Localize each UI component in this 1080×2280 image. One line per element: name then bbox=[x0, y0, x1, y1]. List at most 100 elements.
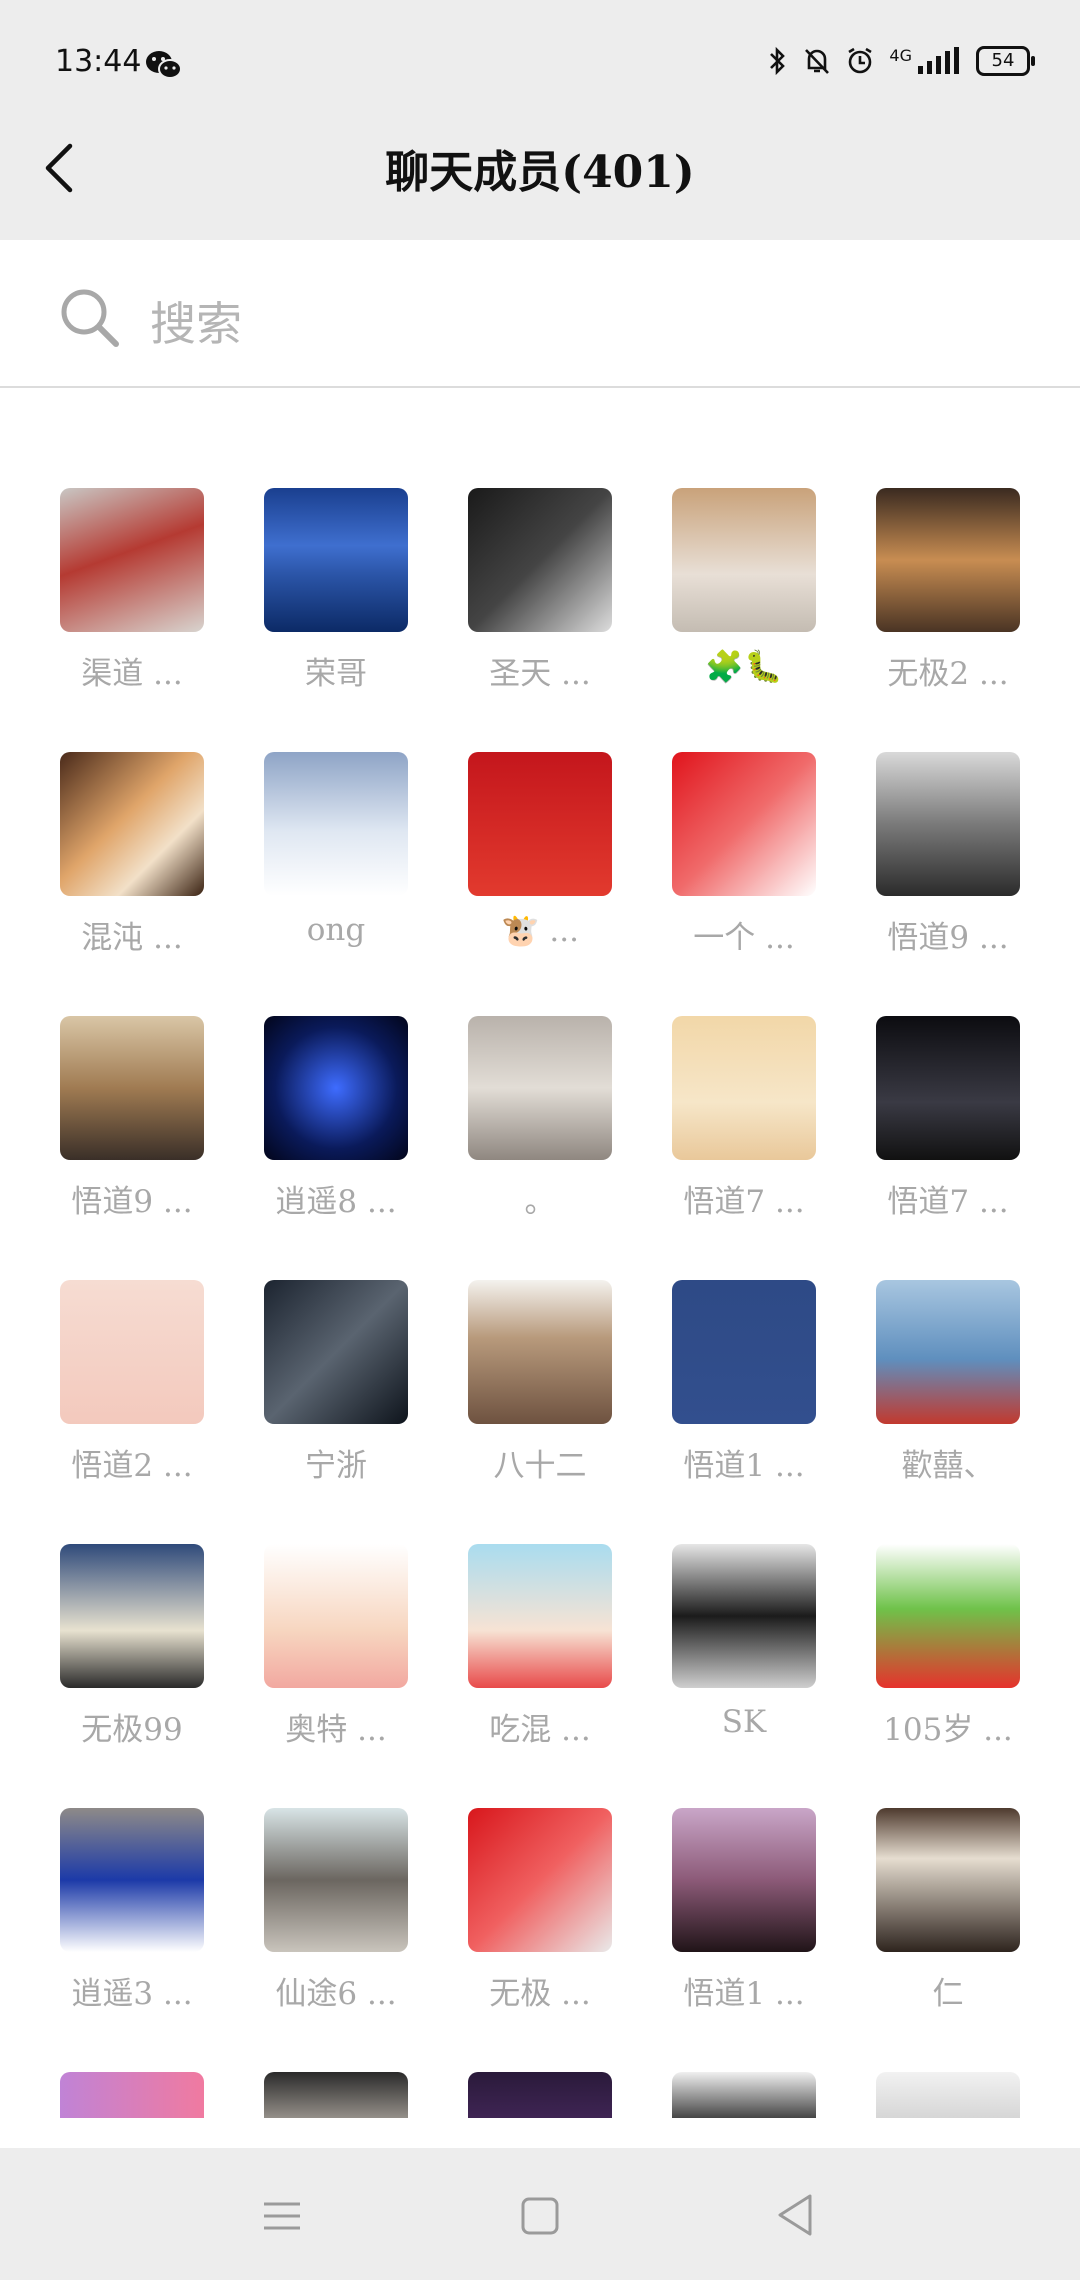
member-name: 🐮 ... bbox=[500, 913, 579, 949]
member-item[interactable]: 悟道9 ... bbox=[846, 752, 1050, 992]
crayon-shin-avatar bbox=[672, 1016, 816, 1160]
member-name: 悟道7 ... bbox=[887, 1184, 1009, 1220]
gradient-avatar bbox=[60, 2072, 204, 2118]
member-item[interactable]: 歡囍、 bbox=[846, 1280, 1050, 1520]
flower-back-avatar bbox=[60, 1544, 204, 1688]
member-item[interactable]: SK bbox=[642, 1544, 846, 1784]
flag-runner-avatar bbox=[468, 1808, 612, 1952]
page-title: 聊天成员(401) bbox=[385, 147, 695, 198]
car-wheel-avatar bbox=[264, 1280, 408, 1424]
member-item[interactable]: 仙途6 ... bbox=[234, 1808, 438, 2048]
corgi-avatar bbox=[672, 488, 816, 632]
member-name: 圣天 ... bbox=[489, 656, 591, 692]
kitten-avatar bbox=[60, 752, 204, 896]
member-item[interactable] bbox=[30, 2072, 234, 2118]
status-icons: 4G 54 bbox=[767, 45, 1035, 76]
member-name: SK bbox=[721, 1704, 767, 1740]
frog-cartoon-avatar bbox=[876, 1544, 1020, 1688]
member-name: 吃混 ... bbox=[489, 1712, 591, 1748]
home-icon[interactable] bbox=[520, 2196, 560, 2240]
signal-icon bbox=[918, 47, 959, 74]
member-item[interactable]: 奥特 ... bbox=[234, 1544, 438, 1784]
member-item[interactable] bbox=[846, 2072, 1050, 2118]
police-car-avatar bbox=[672, 1544, 816, 1688]
back-triangle-icon[interactable] bbox=[776, 2192, 816, 2242]
member-item[interactable]: 悟道1 ... bbox=[642, 1808, 846, 2048]
shiba-avatar bbox=[876, 488, 1020, 632]
member-item[interactable]: 悟道2 ... bbox=[30, 1280, 234, 1520]
member-item[interactable]: 荣哥 bbox=[234, 488, 438, 728]
member-item[interactable]: 逍遥8 ... bbox=[234, 1016, 438, 1256]
member-name: 奥特 ... bbox=[285, 1712, 387, 1748]
member-name: 仙途6 ... bbox=[275, 1976, 397, 2012]
member-item[interactable]: 圣天 ... bbox=[438, 488, 642, 728]
panda-avatar bbox=[672, 2072, 816, 2118]
member-name: ong bbox=[306, 912, 366, 948]
member-item[interactable] bbox=[438, 2072, 642, 2118]
member-item[interactable]: 105岁 ... bbox=[846, 1544, 1050, 1784]
alarm-icon bbox=[848, 47, 873, 74]
moon-lake-avatar bbox=[264, 488, 408, 632]
member-item[interactable]: ong bbox=[234, 752, 438, 992]
couple-beach-avatar bbox=[876, 1280, 1020, 1424]
glasses-girl-avatar bbox=[60, 1280, 204, 1424]
member-item[interactable]: 逍遥3 ... bbox=[30, 1808, 234, 2048]
member-item[interactable]: 悟道9 ... bbox=[30, 1016, 234, 1256]
member-item[interactable]: 吃混 ... bbox=[438, 1544, 642, 1784]
member-name: 渠道 ... bbox=[81, 656, 183, 692]
network-type: 4G bbox=[889, 45, 912, 65]
china-flag-avatar bbox=[672, 752, 816, 896]
member-name: 悟道7 ... bbox=[683, 1184, 805, 1220]
cow-cartoon-avatar bbox=[468, 752, 612, 896]
ultraman-avatar bbox=[60, 488, 204, 632]
member-name: 105岁 ... bbox=[883, 1712, 1013, 1748]
member-name: 仁 bbox=[932, 1976, 964, 2012]
group-photo-avatar bbox=[60, 1016, 204, 1160]
member-name: 悟道1 ... bbox=[683, 1448, 805, 1484]
member-item[interactable]: 无极2 ... bbox=[846, 488, 1050, 728]
mute-bell-icon bbox=[805, 49, 830, 74]
member-name: 荣哥 bbox=[305, 656, 367, 692]
member-item[interactable]: 悟道1 ... bbox=[642, 1280, 846, 1520]
battery-indicator: 54 bbox=[976, 46, 1035, 76]
member-name: 逍遥3 ... bbox=[71, 1976, 193, 2012]
member-item[interactable]: 悟道7 ... bbox=[642, 1016, 846, 1256]
member-name: 歡囍、 bbox=[901, 1448, 995, 1484]
member-item[interactable]: 。 bbox=[438, 1016, 642, 1256]
bluetooth-icon bbox=[770, 46, 786, 76]
dog-white-avatar bbox=[264, 2072, 408, 2118]
member-name: 混沌 ... bbox=[81, 920, 183, 956]
calligraphy-avatar bbox=[876, 1808, 1020, 1952]
member-item[interactable]: 混沌 ... bbox=[30, 752, 234, 992]
status-time: 13:44 bbox=[55, 44, 142, 79]
member-item[interactable]: 无极99 bbox=[30, 1544, 234, 1784]
member-name: 宁浙 bbox=[305, 1448, 367, 1484]
search-icon[interactable] bbox=[58, 286, 120, 352]
member-item[interactable]: 🧩🐛 bbox=[642, 488, 846, 728]
member-item[interactable]: 宁浙 bbox=[234, 1280, 438, 1520]
member-item[interactable]: 无极 ... bbox=[438, 1808, 642, 2048]
member-item[interactable]: 一个 ... bbox=[642, 752, 846, 992]
dark-purple-avatar bbox=[468, 2072, 612, 2118]
member-item[interactable]: 仁 bbox=[846, 1808, 1050, 2048]
snow-cabin-avatar bbox=[264, 752, 408, 896]
member-item[interactable] bbox=[234, 2072, 438, 2118]
menu-icon[interactable] bbox=[262, 2196, 302, 2240]
member-item[interactable]: 悟道7 ... bbox=[846, 1016, 1050, 1256]
member-name: 悟道9 ... bbox=[887, 920, 1009, 956]
member-item[interactable]: 🐮 ... bbox=[438, 752, 642, 992]
anime-boy-avatar bbox=[468, 488, 612, 632]
search-input[interactable]: 搜索 bbox=[150, 288, 242, 354]
member-name: 无极99 bbox=[81, 1712, 183, 1748]
member-item[interactable] bbox=[642, 2072, 846, 2118]
member-name: 悟道1 ... bbox=[683, 1976, 805, 2012]
sketch-avatar bbox=[876, 2072, 1020, 2118]
member-item[interactable]: 八十二 bbox=[438, 1280, 642, 1520]
child-photo-avatar bbox=[468, 1280, 612, 1424]
dark-anime-avatar bbox=[876, 1016, 1020, 1160]
tracksuit-avatar bbox=[60, 1808, 204, 1952]
member-name: 八十二 bbox=[493, 1448, 587, 1484]
cartoon-girl-avatar bbox=[468, 1544, 612, 1688]
grey-cat-avatar bbox=[468, 1016, 612, 1160]
member-item[interactable]: 渠道 ... bbox=[30, 488, 234, 728]
